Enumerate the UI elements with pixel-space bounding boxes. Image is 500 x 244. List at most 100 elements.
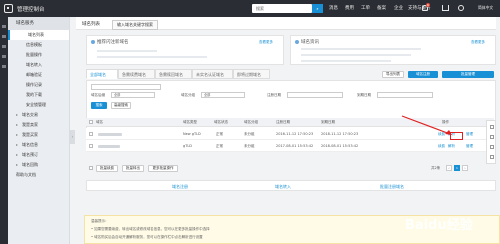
batch-select-checkbox[interactable] [89,166,93,170]
sidebar-group-buyback[interactable]: 域名回购 [8,160,69,170]
row-checkbox[interactable] [89,144,93,148]
footer-register-link[interactable]: 域名注册 [172,184,188,190]
feedback-icon[interactable] [490,135,494,139]
help-icon[interactable] [458,5,464,11]
exp-date-input[interactable] [377,92,433,98]
sidebar-header: 域名服务 [8,17,69,30]
group-select[interactable]: 全部 [201,92,245,98]
sidebar-item-security-lock[interactable]: 安全锁管理 [8,100,69,110]
nav-billing[interactable]: 费用 [345,5,354,11]
prev-page-button[interactable]: ‹ [446,165,452,171]
sidebar-collapse-button[interactable]: ‹ [70,130,75,144]
cart-icon[interactable] [442,5,449,11]
footer-transfer-link[interactable]: 域名转入 [275,184,291,190]
footer-batch-register-link[interactable]: 批量注册域名 [380,184,404,190]
manage-link[interactable]: 管理 [466,132,473,137]
domain-name-redacted[interactable] [98,145,120,148]
more-batch-ops-select[interactable]: 更多批量操作 [148,165,178,172]
batch-manage-button[interactable]: 批量管理 [442,71,494,78]
exp-date-label: 到期日期 [357,93,371,97]
domain-register-button[interactable]: 域名注册 [408,71,438,78]
sidebar-group-trading[interactable]: 域名交易 [8,110,69,120]
sidebar-item-email-verify[interactable]: 邮箱验证 [8,70,69,80]
col-actions: 操作 [442,120,449,124]
sidebar-item-domain-list[interactable]: 域名列表 [8,30,69,40]
product-icon[interactable] [2,45,6,48]
table-row: gTLD 正常 未分组 2017-08-01 15:53:42 2018-08-… [86,140,494,152]
language-switch[interactable]: 简体中文 [478,5,493,11]
tab-all-domains[interactable]: 全部域名 [86,69,118,79]
watermark: Baidu经验 [405,218,473,233]
tips-line: • 域名购买后会自动开通解析服务，您可以在操作栏中点击解析进行设置 [91,235,203,239]
back-to-top-icon[interactable] [490,155,494,159]
row-reg-date: 2017-08-01 15:53:42 [276,144,314,148]
row-exp-date: 2018-08-01 15:53:42 [321,144,359,148]
sidebar-group-reserve[interactable]: 域名预订 [8,150,69,160]
sidebar-item-templates[interactable]: 信息模板 [8,40,69,50]
row-reg-date: 2016-11-12 17:50:23 [276,132,314,136]
product-icon[interactable] [2,35,6,38]
sidebar-item-transfer-in[interactable]: 域名转入 [8,60,69,70]
col-group: 域名分组 [244,120,258,124]
placeholder-line [301,60,391,62]
nav-enterprise[interactable]: 企业 [394,5,403,11]
manage-link[interactable]: 管理 [466,144,473,149]
renew-link[interactable]: 续费 [438,132,445,137]
nav-icp[interactable]: 备案 [377,5,386,11]
tab-redeem-soon[interactable]: 急需赎回域名 [155,69,192,79]
tab-unverified[interactable]: 未实名认证域名 [192,69,233,79]
product-rail [0,17,8,244]
console-title[interactable]: 管理控制台 [17,5,45,13]
nav-messages[interactable]: 消息 [329,5,338,11]
batch-action-bar: 批量续费 批量转出 更多批量操作 共2条 ‹ 1 › [86,162,494,174]
select-all-checkbox[interactable] [89,120,93,124]
search-placeholder: 搜索 [256,6,264,11]
sidebar-item-batch[interactable]: 批量操作 [8,50,69,60]
news-more-link[interactable]: 查看更多 [471,40,485,45]
chat-icon[interactable] [490,125,494,129]
domain-search-input[interactable] [91,84,161,90]
reg-date-input[interactable] [287,92,343,98]
global-search-input[interactable]: 搜索 [252,4,312,13]
console-logo-icon[interactable] [4,4,13,13]
tab-expiring[interactable]: 即将过期域名 [233,69,270,79]
row-status: 正常 [216,132,223,136]
product-icon[interactable] [2,65,6,68]
suffix-select[interactable]: 全部 [111,92,155,98]
row-type: New gTLD [183,132,201,136]
next-page-button[interactable]: › [462,165,468,171]
tips-line: • 如果您需要续费、转出域名或修改域名信息，您可以在更多批量操作中选择 [91,227,210,231]
page-title: 域名列表 [82,22,100,27]
sidebar-item-operation-log[interactable]: 操作记录 [8,80,69,90]
batch-transfer-button[interactable]: 批量转出 [122,165,144,172]
placeholder-line [97,50,157,52]
batch-renew-button[interactable]: 批量续费 [96,165,118,172]
tab-renew-soon[interactable]: 急需续费域名 [118,69,155,79]
export-list-button[interactable]: 导出列表 [382,71,404,78]
domain-keyword-search[interactable]: 输入域名关键字搜索 [112,20,158,30]
search-button[interactable]: ⌕ [312,4,323,13]
dns-resolve-link[interactable]: 解析 [448,144,455,149]
product-icon[interactable] [2,55,6,58]
search-submit-button[interactable]: 搜索 [91,102,107,109]
recommend-more-link[interactable]: 查看更多 [259,40,273,45]
advanced-search-button[interactable]: 高级搜索 [111,102,131,109]
placeholder-line [301,54,411,56]
renew-link[interactable]: 续费 [438,144,445,149]
sidebar-help-docs[interactable]: 帮助与文档 [8,170,69,180]
row-status: 正常 [216,144,223,148]
sidebar-group-buyer[interactable]: 我是买家 [8,130,69,140]
current-page[interactable]: 1 [454,165,460,171]
row-checkbox[interactable] [89,132,93,136]
sidebar-group-seller[interactable]: 我是卖家 [8,120,69,130]
nav-tickets[interactable]: 工单 [361,5,370,11]
domain-name-redacted[interactable] [98,133,122,136]
sidebar-item-downloads[interactable]: 我的下载 [8,90,69,100]
placeholder-line [301,48,421,50]
tips-heading: 温馨提示： [91,219,109,223]
news-icon [295,40,299,44]
sidebar-group-info[interactable]: 域名信息 [8,140,69,150]
phone-icon[interactable] [490,145,494,149]
col-status: 域名状态 [214,120,228,124]
menu-icon[interactable] [2,25,6,28]
